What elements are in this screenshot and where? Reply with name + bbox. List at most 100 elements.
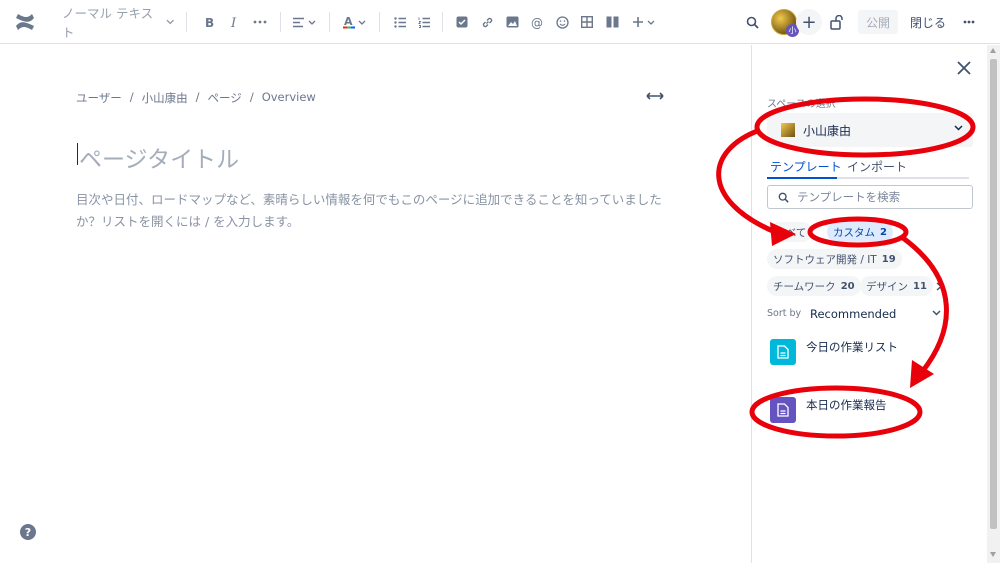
help-icon[interactable]: ? [20,524,36,540]
chevron-right-icon[interactable] [935,282,943,291]
numbered-list-button[interactable] [416,12,432,32]
breadcrumb-separator: / [129,90,134,104]
breadcrumb-item[interactable]: Overview [262,90,316,106]
toolbar-divider [186,12,187,32]
breadcrumb-item[interactable]: 小山康由 [142,90,188,106]
category-chip-custom[interactable]: カスタム 2 [827,222,893,242]
svg-text:I: I [230,16,237,29]
close-editor-button[interactable]: 閉じる [905,10,951,34]
chevron-down-icon [308,20,316,25]
close-icon[interactable] [957,61,971,75]
action-item-button[interactable] [454,12,470,32]
emoji-icon [555,15,569,29]
category-count: 19 [881,253,896,265]
template-search-box[interactable] [767,185,973,209]
numbered-list-icon [417,17,430,28]
chevron-down-icon [358,20,365,25]
scroll-down-arrow[interactable] [990,552,996,557]
svg-text:B: B [205,16,214,29]
invite-plus-label: + [801,11,817,33]
toolbar-divider [379,12,380,32]
category-count: 11 [913,280,927,292]
insert-more-dropdown[interactable] [629,12,657,32]
template-name: 本日の作業報告 [806,398,887,412]
expand-width-icon[interactable] [646,89,664,103]
text-color-dropdown[interactable]: A [340,12,368,32]
panel-tabs: テンプレート インポート [767,157,969,179]
template-document-icon [770,339,796,365]
bullet-list-button[interactable] [392,12,408,32]
space-name: 小山康由 [803,123,852,138]
sort-label: Sort by [767,308,802,319]
template-panel: スペースの選択 小山康由 テンプレート インポート すべて カスタム 2 ソフト… [751,45,987,563]
bold-button[interactable]: B [202,12,218,32]
category-label: すべて [776,226,807,239]
align-dropdown[interactable] [290,12,318,32]
scrollbar[interactable] [987,45,1000,563]
layouts-button[interactable] [604,12,620,32]
emoji-button[interactable] [554,12,570,32]
tab-import[interactable]: インポート [847,158,907,175]
sort-dropdown[interactable]: Recommended [810,307,896,321]
at-sign-icon: @ [531,16,543,29]
editor-toolbar: ノーマル テキスト B I A @ 小 + 公開 閉じる [0,0,1000,44]
find-replace-button[interactable] [744,12,760,32]
toolbar-divider [442,12,443,32]
category-label: チームワーク [773,280,836,293]
unlock-icon [830,14,843,30]
body-placeholder[interactable]: 目次や日付、ロードマップなど、素晴らしい情報を何でもこのページに追加できることを… [76,189,676,233]
mention-button[interactable]: @ [529,12,545,32]
tab-templates[interactable]: テンプレート [770,158,842,175]
category-chip-all[interactable]: すべて [770,222,813,242]
restrictions-button[interactable] [828,12,846,32]
chevron-down-icon[interactable] [932,310,941,316]
link-button[interactable] [479,12,495,32]
editor-area: ユーザー / 小山康由 / ページ / Overview ページタイトル 目次や… [0,45,751,563]
scroll-up-arrow[interactable] [990,48,996,53]
svg-text:A: A [344,15,353,28]
breadcrumb-item[interactable]: ページ [208,90,242,106]
category-chip-teamwork[interactable]: チームワーク 20 [767,276,861,296]
italic-button[interactable]: I [227,12,243,32]
link-icon [482,17,492,27]
space-select-label: スペースの選択 [767,99,836,110]
template-document-icon [770,397,796,423]
template-item[interactable]: 本日の作業報告 [770,397,970,429]
category-chip-software[interactable]: ソフトウェア開発 / IT 19 [767,249,902,269]
table-button[interactable] [579,12,595,32]
more-formatting-button[interactable] [250,12,270,32]
italic-icon: I [230,16,237,29]
template-item[interactable]: 今日の作業リスト [770,339,970,371]
table-icon [581,16,593,28]
image-button[interactable] [504,12,520,32]
bold-icon: B [205,16,214,29]
text-color-icon: A [342,15,355,29]
toolbar-divider [329,12,330,32]
text-cursor [77,143,78,165]
more-horizontal-icon [963,20,975,24]
invite-button[interactable]: + [796,9,822,35]
text-style-dropdown[interactable]: ノーマル テキスト [62,6,174,40]
category-label: デザイン [866,280,908,293]
publish-button[interactable]: 公開 [858,10,898,34]
scrollbar-thumb[interactable] [990,59,997,529]
breadcrumb-separator: / [195,90,200,104]
category-label: カスタム [833,226,875,239]
svg-text:@: @ [531,16,543,29]
more-actions-button[interactable] [960,12,978,32]
template-name: 今日の作業リスト [806,340,898,354]
plus-icon [632,17,643,27]
toolbar-divider [280,12,281,32]
category-chip-design[interactable]: デザイン 11 [860,276,933,296]
confluence-logo-icon[interactable] [14,11,36,33]
breadcrumb: ユーザー / 小山康由 / ページ / Overview [76,90,316,106]
more-horizontal-icon [253,20,267,24]
breadcrumb-separator: / [249,90,254,104]
space-select-dropdown[interactable]: 小山康由 [767,113,973,147]
confluence-editor-window: ノーマル テキスト B I A @ 小 + 公開 閉じる ユーザー / 小山康由… [0,0,1000,563]
category-label: ソフトウェア開発 / IT [773,253,877,266]
template-search-input[interactable] [797,190,967,204]
page-title-input[interactable]: ページタイトル [79,140,239,174]
active-tab-indicator [767,177,837,179]
breadcrumb-item[interactable]: ユーザー [76,90,122,106]
